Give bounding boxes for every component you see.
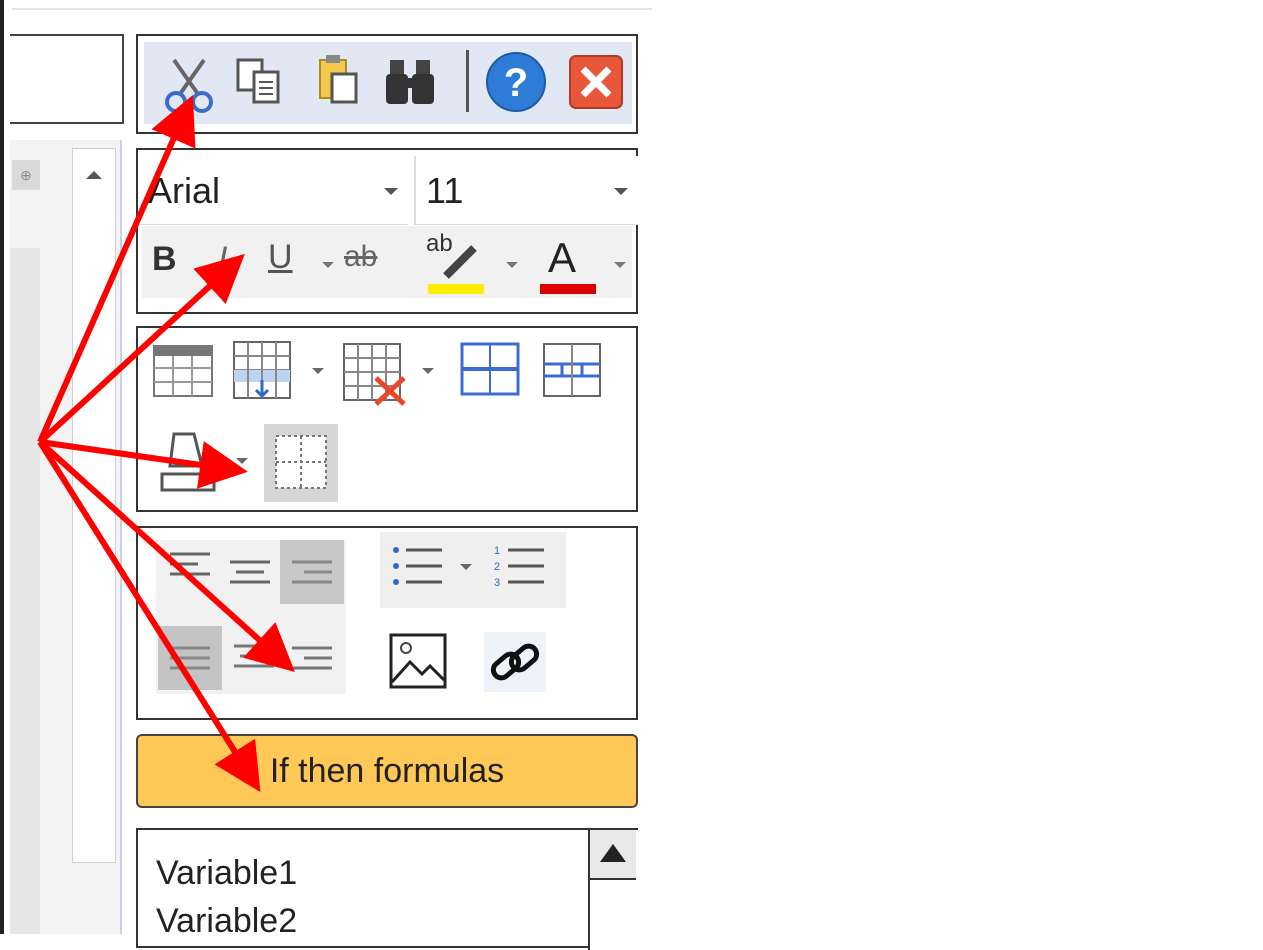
scroll-up-arrow-icon[interactable] bbox=[590, 830, 636, 880]
chevron-down-icon bbox=[614, 188, 628, 195]
document-ruler-marker: ⊕ bbox=[12, 160, 40, 190]
highlighter-icon bbox=[443, 245, 477, 279]
align-center-icon[interactable] bbox=[230, 638, 280, 682]
top-divider bbox=[12, 8, 652, 10]
italic-button[interactable]: I bbox=[218, 240, 227, 279]
align-right-icon bbox=[292, 560, 332, 584]
shading-icon[interactable] bbox=[158, 426, 220, 494]
document-margin-strip bbox=[10, 248, 40, 934]
link-icon bbox=[490, 643, 540, 681]
bold-button[interactable]: B bbox=[152, 240, 177, 279]
paste-icon[interactable] bbox=[314, 52, 364, 110]
if-then-formulas-button[interactable]: If then formulas bbox=[136, 734, 638, 808]
scroll-up-arrow-icon[interactable] bbox=[86, 171, 102, 179]
justify-button[interactable] bbox=[158, 626, 222, 690]
insert-row-icon[interactable] bbox=[232, 340, 294, 402]
copy-icon[interactable] bbox=[234, 56, 288, 108]
font-family-select[interactable]: Arial bbox=[138, 156, 408, 225]
help-icon[interactable]: ? bbox=[484, 50, 548, 114]
chevron-down-icon bbox=[384, 188, 398, 195]
document-title-input[interactable] bbox=[10, 34, 124, 124]
align-left-icon[interactable] bbox=[166, 546, 216, 590]
variable-list[interactable]: Variable1 Variable2 bbox=[136, 828, 638, 950]
bullet-list-icon[interactable] bbox=[388, 540, 448, 596]
paragraph-toolbar: 1 2 3 bbox=[136, 526, 638, 720]
link-button[interactable] bbox=[484, 632, 546, 692]
font-size-value: 11 bbox=[426, 170, 464, 211]
align-center-icon[interactable] bbox=[226, 554, 276, 598]
toolbar-separator bbox=[466, 50, 469, 112]
borders-icon bbox=[275, 435, 327, 489]
svg-text:1: 1 bbox=[494, 545, 500, 557]
chevron-down-icon[interactable] bbox=[312, 368, 324, 374]
font-size-select[interactable]: 11 bbox=[414, 156, 638, 225]
chevron-down-icon[interactable] bbox=[322, 262, 334, 268]
split-cells-icon[interactable] bbox=[542, 342, 604, 400]
underline-button[interactable]: U bbox=[268, 238, 293, 277]
svg-text:3: 3 bbox=[494, 577, 500, 589]
chevron-down-icon[interactable] bbox=[422, 368, 434, 374]
clipboard-toolbar: ? bbox=[136, 34, 638, 134]
document-scrollbar[interactable] bbox=[72, 148, 116, 863]
highlight-color-bar bbox=[428, 284, 484, 294]
image-icon[interactable] bbox=[388, 632, 450, 690]
borders-button[interactable] bbox=[264, 424, 338, 502]
list-item[interactable]: Variable1 bbox=[156, 854, 297, 893]
font-family-value: Arial bbox=[148, 170, 221, 211]
chevron-down-icon[interactable] bbox=[506, 262, 518, 268]
chevron-down-icon[interactable] bbox=[460, 564, 472, 570]
strikethrough-button[interactable]: ab bbox=[344, 240, 377, 274]
font-toolbar: Arial 11 B I U ab ab A bbox=[136, 148, 638, 314]
justify-icon bbox=[170, 646, 210, 670]
font-color-bar bbox=[540, 284, 596, 294]
font-color-label: A bbox=[548, 234, 577, 281]
cut-icon[interactable] bbox=[160, 54, 218, 114]
window-frame-edge bbox=[0, 0, 4, 934]
close-icon[interactable] bbox=[568, 54, 624, 110]
format-button-bar: B I U ab ab A bbox=[142, 226, 632, 298]
delete-table-icon[interactable] bbox=[342, 342, 408, 406]
list-item[interactable]: Variable2 bbox=[156, 902, 297, 941]
insert-row-below-icon[interactable] bbox=[460, 342, 520, 398]
numbered-list-icon[interactable]: 1 2 3 bbox=[490, 540, 550, 596]
chevron-down-icon[interactable] bbox=[614, 262, 626, 268]
find-icon[interactable] bbox=[382, 56, 440, 110]
align-right-active[interactable] bbox=[280, 540, 344, 604]
align-right-icon[interactable] bbox=[288, 640, 338, 684]
chevron-down-icon[interactable] bbox=[236, 458, 248, 464]
font-color-button[interactable]: A bbox=[536, 232, 598, 296]
variable-list-scrollbar[interactable] bbox=[588, 830, 638, 950]
table-toolbar bbox=[136, 326, 638, 512]
table-icon[interactable] bbox=[152, 344, 214, 398]
svg-text:?: ? bbox=[504, 61, 528, 105]
highlight-button[interactable]: ab bbox=[424, 230, 486, 296]
svg-text:2: 2 bbox=[494, 561, 500, 573]
